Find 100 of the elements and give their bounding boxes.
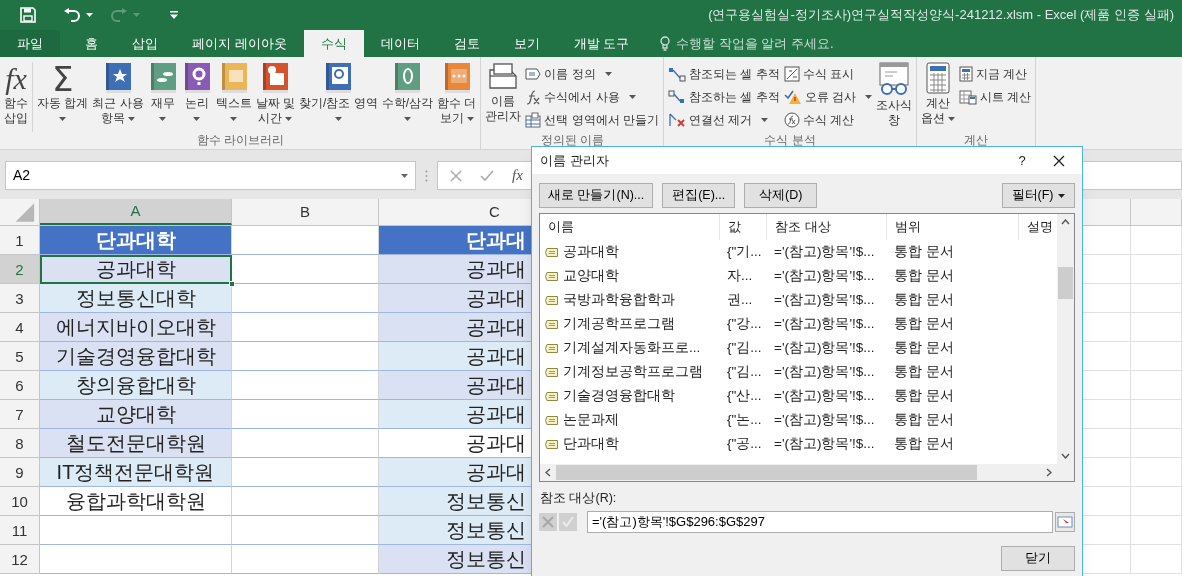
value-cell-text: 권...	[726, 290, 754, 309]
row-header[interactable]: 5	[0, 342, 40, 371]
row-header[interactable]: 2	[0, 255, 40, 284]
value-cell-text: {"김...	[726, 338, 763, 357]
row-header[interactable]: 9	[0, 458, 40, 487]
ribbon-button[interactable]: 이름 관리자	[483, 62, 524, 124]
table-cell	[1131, 458, 1182, 487]
table-cell: 기술경영융합대학	[40, 342, 232, 371]
ribbon-tab[interactable]: 보기	[496, 30, 557, 57]
caret-icon	[133, 13, 140, 17]
ribbon-button[interactable]: 이름 정의	[523, 62, 662, 85]
scroll-down-icon	[1061, 453, 1070, 459]
ribbon-button[interactable]: 조사식 창	[874, 62, 915, 128]
ribbon-button[interactable]: 참조하는 셀 추적	[666, 85, 782, 108]
row-header[interactable]: 8	[0, 429, 40, 458]
reference-cell-text: ='(참고)항목'!$...	[773, 338, 876, 357]
ribbon-button[interactable]: 수식에서 사용	[523, 85, 662, 108]
ribbon-button[interactable]: 날짜 및 시간	[253, 62, 298, 126]
calculator-icon	[925, 62, 952, 94]
column-header[interactable]: B	[232, 199, 379, 225]
ribbon-button[interactable]: 수식 표시	[781, 62, 875, 85]
row-header[interactable]: 6	[0, 371, 40, 400]
ribbon-tab[interactable]: 검토	[436, 30, 497, 57]
ribbon-tab[interactable]: 수식	[303, 30, 364, 57]
sum-icon: Σ	[51, 62, 74, 96]
drag-handle-icon	[425, 170, 428, 182]
scope-cell-text: 통합 문서	[893, 434, 955, 453]
column-header[interactable]: A	[40, 199, 232, 225]
ribbon-button[interactable]: 최근 사용 항목	[90, 62, 146, 126]
ribbon-button[interactable]: 계산 옵션	[919, 62, 958, 126]
ribbon-tab[interactable]: 삽입	[115, 30, 175, 57]
close-dialog-button[interactable]: 닫기	[1001, 545, 1075, 571]
ribbon-tab[interactable]: 데이터	[363, 30, 437, 57]
ribbon-tab[interactable]: 개발 도구	[556, 30, 647, 57]
ribbon-button[interactable]: 참조되는 셀 추적	[666, 62, 782, 85]
row-header[interactable]: 4	[0, 313, 40, 342]
row-header[interactable]: 1	[0, 226, 40, 255]
reference-cell-text: ='(참고)항목'!$...	[773, 410, 876, 429]
ribbon-button[interactable]: 재무	[145, 62, 180, 126]
row-header[interactable]: 10	[0, 487, 40, 516]
ribbon-button[interactable]: 논리	[179, 62, 214, 126]
enter-icon	[480, 169, 494, 182]
tell-me-field[interactable]: 수행할 작업을 알려 주세요.	[660, 30, 834, 57]
name-box[interactable]: A2	[5, 161, 416, 190]
group-label: 수식 분석	[763, 133, 817, 149]
dialog-button[interactable]: 새로 만들기(N)...	[539, 183, 654, 208]
scrollbar-thumb[interactable]	[556, 465, 977, 480]
ribbon-button[interactable]: 수학/삼각	[379, 62, 436, 126]
table-cell: 공과대학	[40, 255, 232, 284]
ribbon-button[interactable]: 선택 영역에서 만들기	[523, 108, 662, 131]
row-header[interactable]: 7	[0, 400, 40, 429]
scope-cell-text: 통합 문서	[893, 290, 955, 309]
row-header[interactable]: 12	[0, 545, 40, 574]
dialog-button[interactable]: 삭제(D)	[744, 183, 818, 208]
help-button[interactable]: ?	[1008, 150, 1036, 171]
column-header[interactable]: 이름	[540, 214, 720, 240]
scope-cell-text: 통합 문서	[893, 410, 955, 429]
row-header[interactable]: 11	[0, 516, 40, 545]
value-cell-text: {"기...	[726, 242, 763, 261]
value-cell-text: 자...	[726, 266, 754, 285]
ribbon-button[interactable]: 연결선 제거	[666, 108, 782, 131]
reference-cell-text: ='(참고)항목'!$...	[773, 386, 876, 405]
table-cell	[1131, 400, 1182, 429]
vertical-scrollbar[interactable]	[1057, 214, 1074, 464]
ribbon-button[interactable]: 함수 더 보기	[435, 62, 479, 126]
name-tag-icon	[545, 343, 559, 353]
reference-field[interactable]: ='(참고)항목'!$G$296:$G$297	[587, 510, 1053, 533]
row-header[interactable]: 3	[0, 284, 40, 313]
table-cell: 교양대학	[40, 400, 232, 429]
ribbon-tab[interactable]: 홈	[68, 30, 115, 57]
column-header[interactable]: 참조 대상	[767, 214, 887, 240]
ribbon-button[interactable]: Σ 자동 합계	[35, 62, 91, 126]
horizontal-scrollbar[interactable]	[540, 464, 1074, 481]
ribbon-button[interactable]: fx 함수 삽입	[2, 62, 30, 126]
dialog-button[interactable]: 편집(E)...	[662, 183, 736, 208]
fill-handle[interactable]	[229, 281, 235, 287]
column-header[interactable]: 설명	[1019, 214, 1057, 240]
insert-function-icon[interactable]: fx	[512, 164, 523, 187]
ribbon-button[interactable]: 수식 계산	[781, 108, 875, 131]
ribbon-tab[interactable]: 파일	[0, 30, 60, 57]
column-header[interactable]: 값	[720, 214, 767, 240]
book-icon	[103, 62, 133, 94]
table-cell: 에너지바이오대학	[40, 313, 232, 342]
window-title: (연구용실험실-정기조사)연구실적작성양식-241212.xlsm - Excel (제품 인증 실패)	[708, 6, 1174, 25]
book-icon	[260, 62, 291, 94]
header-cell: 단과대학	[40, 226, 232, 255]
trace-arrows-icon	[668, 88, 687, 105]
trace-arrows-icon	[668, 65, 687, 82]
ribbon-button[interactable]: 지금 계산	[957, 62, 1034, 85]
filter-button[interactable]: 필터(F)	[1002, 183, 1075, 208]
ribbon-button[interactable]: 찾기/참조 영역	[297, 62, 380, 126]
watch-window-icon	[877, 62, 912, 96]
scrollbar-thumb[interactable]	[1058, 267, 1073, 299]
name-tag-icon	[545, 415, 559, 425]
ribbon-button[interactable]: 시트 계산	[957, 85, 1034, 108]
scroll-up-icon	[1061, 219, 1070, 225]
column-header[interactable]: 범위	[887, 214, 1019, 240]
ribbon-button[interactable]: 텍스트	[213, 62, 254, 126]
ribbon-tab[interactable]: 페이지 레이아웃	[175, 30, 304, 57]
ribbon-button[interactable]: 오류 검사	[781, 85, 875, 108]
